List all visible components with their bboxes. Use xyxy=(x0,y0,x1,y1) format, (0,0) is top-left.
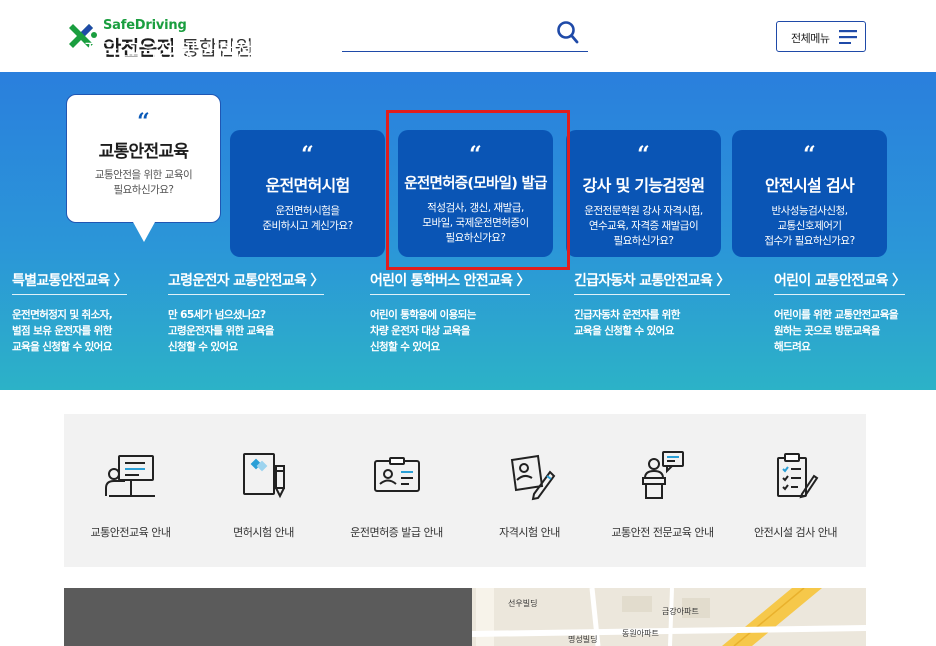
hamburger-icon xyxy=(839,30,857,44)
service-label: 자격시험 안내 xyxy=(499,526,560,539)
link-emergency-vehicle-education[interactable]: 긴급자동차 교통안전교육 〉 긴급자동차 운전자를 위한 교육을 신청할 수 있… xyxy=(574,270,730,339)
link-title[interactable]: 어린이 통학버스 안전교육 〉 xyxy=(370,270,531,295)
card-desc: 운전전문학원 강사 자격시험, 연수교육, 자격증 재발급이 필요하신가요? xyxy=(566,204,721,249)
search-bar xyxy=(342,18,588,52)
card-title: 교통안전교육 xyxy=(98,142,189,162)
service-safety-inspection-guide[interactable]: 안전시설 검사 안내 xyxy=(729,414,862,567)
link-desc-line: 어린이 통학용에 이용되는 xyxy=(370,309,476,321)
link-desc-line: 신청할 수 있어요 xyxy=(168,341,238,353)
hero-section: “ 교통안전교육 교통안전을 위한 교육이 필요하신가요? “ 운전면허시험 운… xyxy=(0,72,936,390)
link-desc-line: 원하는 곳으로 방문교육을 xyxy=(774,325,880,337)
service-label: 면허시험 안내 xyxy=(233,526,294,539)
service-license-exam-guide[interactable]: 면허시험 안내 xyxy=(197,414,330,567)
link-title[interactable]: 특별교통안전교육 〉 xyxy=(12,270,128,295)
card-title: 강사 및 기능검정원 xyxy=(582,176,706,195)
quote-icon: “ xyxy=(137,109,150,135)
service-label: 운전면허증 발급 안내 xyxy=(350,526,443,539)
card-title: 안전시설 검사 xyxy=(765,176,855,195)
clipboard-checklist-icon xyxy=(777,453,819,499)
quote-icon: “ xyxy=(803,142,816,168)
link-title[interactable]: 긴급자동차 교통안전교육 〉 xyxy=(574,270,730,295)
card-desc-line: 접수가 필요하신가요? xyxy=(764,235,855,247)
link-children-safety-education[interactable]: 어린이 교통안전교육 〉 어린이를 위한 교통안전교육을 원하는 곳으로 방문교… xyxy=(774,270,906,355)
link-desc-line: 긴급자동차 운전자를 위한 xyxy=(574,309,680,321)
link-desc-line: 벌점 보유 운전자를 위한 xyxy=(12,325,112,337)
highlight-box xyxy=(386,110,570,270)
all-menu-label: 전체메뉴 xyxy=(791,32,830,45)
service-qualification-exam-guide[interactable]: 자격시험 안내 xyxy=(463,414,596,567)
nationwide-venues-title: 전국 교육장 및 시험장 안내 xyxy=(84,40,292,62)
map-roads xyxy=(472,588,866,646)
link-desc-line: 고령운전자를 위한 교육을 xyxy=(168,325,274,337)
service-guide-section: 교통안전교육 안내 면허시험 안내 운전면허증 발급 안내 자격시험 안내 교통… xyxy=(64,414,866,567)
link-desc-line: 해드려요 xyxy=(774,341,811,353)
service-label: 교통안전교육 안내 xyxy=(90,526,171,539)
link-desc-line: 교육을 신청할 수 있어요 xyxy=(574,325,674,337)
card-instructor-examiner[interactable]: “ 강사 및 기능검정원 운전전문학원 강사 자격시험, 연수교육, 자격증 재… xyxy=(566,130,721,257)
card-desc-line: 필요하신가요? xyxy=(113,184,174,196)
link-desc-line: 신청할 수 있어요 xyxy=(370,341,440,353)
document-pen-icon xyxy=(243,453,285,499)
map-label: 선우빌딩 xyxy=(508,599,538,608)
card-safety-facility-inspection[interactable]: “ 안전시설 검사 반사성능검사신청, 교통신호제어기 접수가 필요하신가요? xyxy=(732,130,887,257)
card-desc-line: 운전면허시험을 xyxy=(275,205,340,217)
speaker-podium-icon xyxy=(642,451,684,499)
card-desc-line: 교통신호제어기 xyxy=(777,220,842,232)
map-label: 금강아파트 xyxy=(662,607,699,616)
search-input[interactable] xyxy=(342,18,552,50)
all-menu-button[interactable]: 전체메뉴 xyxy=(776,21,866,52)
card-title: 운전면허시험 xyxy=(265,176,350,195)
lecture-board-icon xyxy=(105,455,155,497)
link-desc-line: 교육을 신청할 수 있어요 xyxy=(12,341,112,353)
card-desc-line: 필요하신가요? xyxy=(613,235,674,247)
service-professional-education-guide[interactable]: 교통안전 전문교육 안내 xyxy=(596,414,729,567)
link-school-bus-education[interactable]: 어린이 통학버스 안전교육 〉 어린이 통학용에 이용되는 차량 운전자 대상 … xyxy=(370,270,531,355)
page: SafeDriving 안전운전 통합민원 전체메뉴 “ 교통안전교육 교통안전… xyxy=(0,0,936,646)
card-desc: 운전면허시험을 준비하시고 계신가요? xyxy=(230,204,385,234)
venue-map[interactable]: 선우빌딩 금강아파트 명성빌딩 동원아파트 xyxy=(472,588,866,646)
card-desc: 반사성능검사신청, 교통신호제어기 접수가 필요하신가요? xyxy=(732,204,887,249)
link-title[interactable]: 고령운전자 교통안전교육 〉 xyxy=(168,270,324,295)
link-elderly-driver-education[interactable]: 고령운전자 교통안전교육 〉 만 65세가 넘으셨나요? 고령운전자를 위한 교… xyxy=(168,270,324,355)
link-desc: 만 65세가 넘으셨나요? 고령운전자를 위한 교육을 신청할 수 있어요 xyxy=(168,307,324,355)
logo-tagline: SafeDriving xyxy=(103,18,187,33)
link-title[interactable]: 어린이 교통안전교육 〉 xyxy=(774,270,906,295)
link-desc: 운전면허정지 및 취소자, 벌점 보유 운전자를 위한 교육을 신청할 수 있어… xyxy=(12,307,127,355)
card-pointer xyxy=(133,222,155,242)
link-desc-line: 만 65세가 넘으셨나요? xyxy=(168,309,266,321)
card-desc-line: 준비하시고 계신가요? xyxy=(262,220,353,232)
service-label: 안전시설 검사 안내 xyxy=(754,526,837,539)
card-traffic-safety-education[interactable]: “ 교통안전교육 교통안전을 위한 교육이 필요하신가요? xyxy=(66,94,221,223)
map-label: 명성빌딩 xyxy=(568,635,598,644)
link-desc: 어린이를 위한 교통안전교육을 원하는 곳으로 방문교육을 해드려요 xyxy=(774,307,905,355)
nationwide-venues-banner[interactable] xyxy=(64,588,472,646)
quote-icon: “ xyxy=(637,142,650,168)
card-license-exam[interactable]: “ 운전면허시험 운전면허시험을 준비하시고 계신가요? xyxy=(230,130,385,257)
card-desc-line: 운전전문학원 강사 자격시험, xyxy=(584,205,703,217)
quote-icon: “ xyxy=(301,142,314,168)
card-desc-line: 연수교육, 자격증 재발급이 xyxy=(588,220,699,232)
search-icon[interactable] xyxy=(556,20,580,46)
service-label: 교통안전 전문교육 안내 xyxy=(611,526,714,539)
card-desc: 교통안전을 위한 교육이 필요하신가요? xyxy=(67,168,220,198)
link-desc: 어린이 통학용에 이용되는 차량 운전자 대상 교육을 신청할 수 있어요 xyxy=(370,307,530,355)
link-desc-line: 운전면허정지 및 취소자, xyxy=(12,309,113,321)
link-desc: 긴급자동차 운전자를 위한 교육을 신청할 수 있어요 xyxy=(574,307,730,339)
link-special-safety-education[interactable]: 특별교통안전교육 〉 운전면허정지 및 취소자, 벌점 보유 운전자를 위한 교… xyxy=(12,270,128,355)
link-desc-line: 어린이를 위한 교통안전교육을 xyxy=(774,309,898,321)
map-label: 동원아파트 xyxy=(622,629,659,638)
certificate-pen-icon xyxy=(510,454,556,501)
service-traffic-education-guide[interactable]: 교통안전교육 안내 xyxy=(64,414,197,567)
id-card-icon xyxy=(374,457,420,492)
link-desc-line: 차량 운전자 대상 교육을 xyxy=(370,325,470,337)
service-license-issuance-guide[interactable]: 운전면허증 발급 안내 xyxy=(330,414,463,567)
card-desc-line: 교통안전을 위한 교육이 xyxy=(94,169,193,181)
card-desc-line: 반사성능검사신청, xyxy=(771,205,848,217)
